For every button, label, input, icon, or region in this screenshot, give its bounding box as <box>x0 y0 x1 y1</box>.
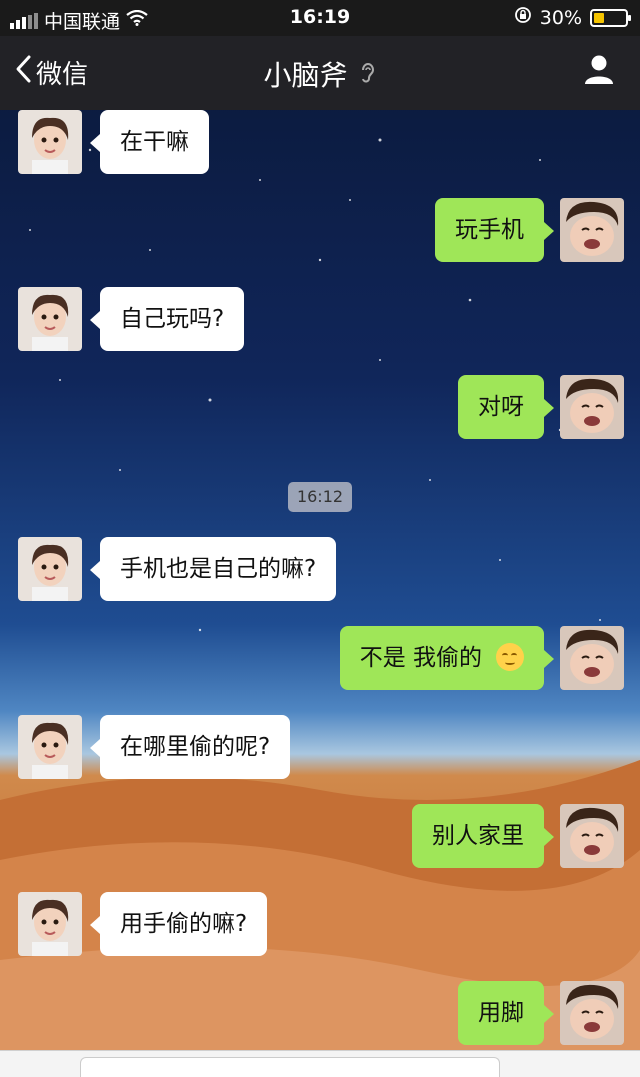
battery-percent: 30% <box>539 6 582 29</box>
message-row: 用脚 <box>0 981 640 1047</box>
my-avatar[interactable] <box>560 375 624 439</box>
outgoing-message[interactable]: 别人家里 <box>412 804 554 868</box>
outgoing-message[interactable]: 用脚 <box>458 981 554 1045</box>
status-right: 30% <box>514 6 631 29</box>
input-bar <box>0 1050 640 1077</box>
rotation-lock-icon <box>514 6 532 29</box>
message-row: 别人家里 <box>0 804 640 870</box>
incoming-message[interactable]: 在干嘛 <box>90 110 209 174</box>
contact-avatar[interactable] <box>18 537 82 601</box>
message-row: 在干嘛 <box>0 110 640 176</box>
incoming-message[interactable]: 手机也是自己的嘛? <box>89 537 337 601</box>
contact-avatar[interactable] <box>18 892 82 956</box>
outgoing-message[interactable]: 对呀 <box>458 375 554 439</box>
my-avatar[interactable] <box>560 626 624 690</box>
incoming-message[interactable]: 在哪里偷的呢? <box>89 715 291 779</box>
battery-icon <box>590 8 631 27</box>
message-row: 在哪里偷的呢? <box>0 715 640 781</box>
message-row: 玩手机 <box>0 198 640 264</box>
person-icon <box>582 55 616 90</box>
outgoing-message[interactable]: 玩手机 <box>435 198 554 262</box>
my-avatar[interactable] <box>560 804 624 868</box>
ear-icon <box>352 63 377 91</box>
message-input[interactable] <box>80 1057 500 1077</box>
message-text: 不是 我偷的 <box>359 645 482 671</box>
my-avatar[interactable] <box>560 198 624 262</box>
message-timestamp: 16:12 <box>288 482 352 512</box>
message-row: 自己玩吗? <box>0 287 640 353</box>
contact-avatar[interactable] <box>18 715 82 779</box>
contact-avatar[interactable] <box>18 287 82 351</box>
message-row: 用手偷的嘛? <box>0 892 640 958</box>
incoming-message[interactable]: 用手偷的嘛? <box>89 892 268 956</box>
contact-avatar[interactable] <box>18 110 82 174</box>
chat-title-wrap: 小脑斧 <box>0 54 640 94</box>
message-row: 不是 我偷的 <box>0 626 640 692</box>
chat-header: 微信 小脑斧 <box>0 36 640 110</box>
incoming-message[interactable]: 自己玩吗? <box>89 287 245 351</box>
my-avatar[interactable] <box>560 981 624 1045</box>
message-list[interactable]: 在干嘛 玩手机 自己玩吗? 对呀 16:12 手机也是自己的嘛? 不是 我偷的 <box>0 110 640 1050</box>
profile-button[interactable] <box>582 52 616 90</box>
outgoing-message[interactable]: 不是 我偷的 <box>339 626 555 690</box>
message-row: 对呀 <box>0 375 640 441</box>
chat-title: 小脑斧 <box>263 59 348 92</box>
status-bar: 中国联通 16:19 30% <box>0 0 640 36</box>
smirk-emoji-icon <box>496 642 524 671</box>
message-row: 手机也是自己的嘛? <box>0 537 640 603</box>
